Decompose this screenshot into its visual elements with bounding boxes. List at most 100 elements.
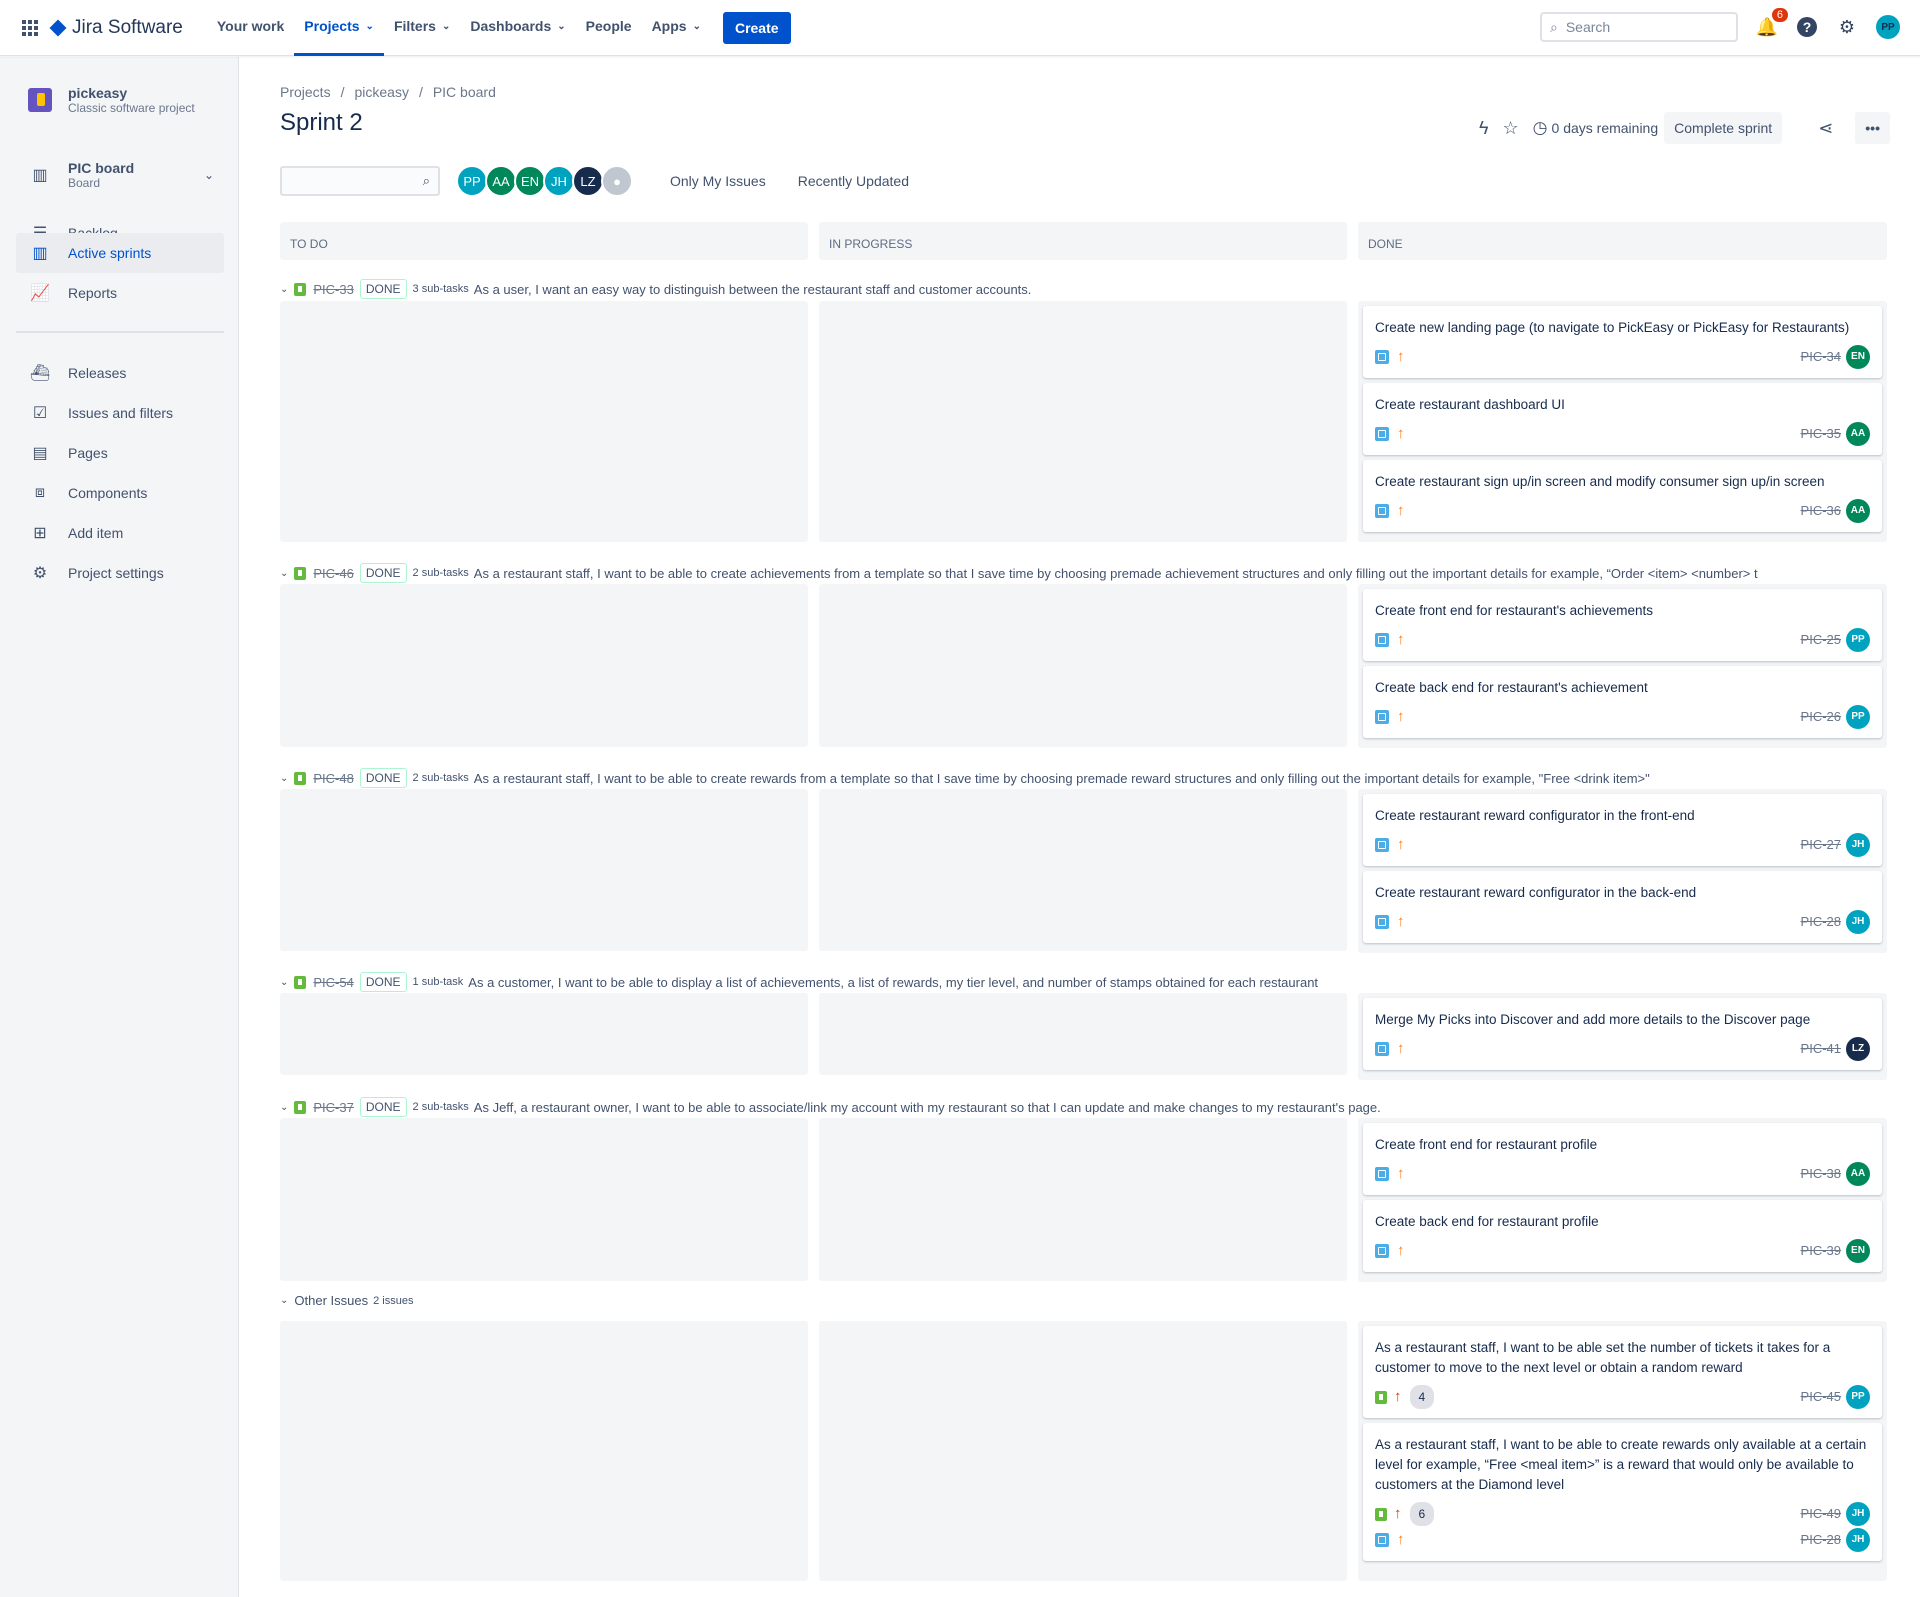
nav-apps[interactable]: Apps ⌄ <box>642 0 711 56</box>
swimlane-header[interactable]: ⌄ PIC-54 DONE 1 sub-task As a customer, I wa… <box>280 972 1890 992</box>
app-switcher-icon[interactable] <box>22 19 38 36</box>
automation-lightning-icon[interactable]: ϟ <box>1479 118 1489 139</box>
issue-key[interactable]: PIC-28 <box>1801 912 1841 932</box>
issue-key[interactable]: PIC-26 <box>1801 707 1841 727</box>
parent-issue-key[interactable]: PIC-48 <box>313 771 353 786</box>
filter-avatar[interactable]: PP <box>456 165 488 197</box>
nav-people[interactable]: People <box>576 0 642 56</box>
issue-card[interactable]: As a restaurant staff, I want to be able… <box>1363 1423 1882 1561</box>
sidebar-item-add-item[interactable]: ⊞ Add item <box>16 513 224 553</box>
issue-card[interactable]: Create restaurant reward configurator in… <box>1363 794 1882 866</box>
issue-key[interactable]: PIC-39 <box>1801 1241 1841 1261</box>
assignee-avatar[interactable]: JH <box>1846 1528 1870 1552</box>
issue-key[interactable]: PIC-38 <box>1801 1164 1841 1184</box>
issue-card[interactable]: Create new landing page (to navigate to … <box>1363 306 1882 378</box>
filter-avatar[interactable]: LZ <box>572 165 604 197</box>
chevron-down-icon[interactable]: ⌄ <box>280 977 288 988</box>
issue-key[interactable]: PIC-49 <box>1801 1504 1841 1524</box>
parent-issue-key[interactable]: PIC-46 <box>313 566 353 581</box>
assignee-avatar[interactable]: AA <box>1846 1162 1870 1186</box>
subtask-key[interactable]: PIC-28 <box>1801 1530 1841 1550</box>
nav-dashboards[interactable]: Dashboards ⌄ <box>460 0 575 56</box>
chevron-down-icon[interactable]: ⌄ <box>280 568 288 579</box>
sidebar-item-project-settings[interactable]: ⚙ Project settings <box>16 553 224 593</box>
issue-card[interactable]: Create restaurant sign up/in screen and … <box>1363 460 1882 532</box>
issue-card[interactable]: Create restaurant dashboard UI ↑ PIC-35 AA <box>1363 383 1882 455</box>
assignee-avatar[interactable]: PP <box>1846 1385 1870 1409</box>
issue-card[interactable]: Create front end for restaurant profile ↑… <box>1363 1123 1882 1195</box>
assignee-avatar[interactable]: LZ <box>1846 1037 1870 1061</box>
only-my-issues-filter[interactable]: Only My Issues <box>670 173 766 189</box>
issue-card[interactable]: Merge My Picks into Discover and add mor… <box>1363 998 1882 1070</box>
jira-logo[interactable]: Jira Software <box>49 17 183 39</box>
chevron-down-icon[interactable]: ⌄ <box>280 284 288 295</box>
settings-gear-icon[interactable]: ⚙ <box>1836 16 1858 38</box>
create-button[interactable]: Create <box>722 11 791 44</box>
issue-key[interactable]: PIC-27 <box>1801 835 1841 855</box>
assignee-avatar[interactable]: PP <box>1846 705 1870 729</box>
parent-issue-key[interactable]: PIC-33 <box>313 282 353 297</box>
help-icon[interactable]: ? <box>1796 16 1818 38</box>
assignee-avatar[interactable]: JH <box>1846 910 1870 934</box>
breadcrumb-board[interactable]: PIC board <box>433 84 496 100</box>
issue-card[interactable]: As a restaurant staff, I want to be able… <box>1363 1326 1882 1418</box>
parent-issue-key[interactable]: PIC-37 <box>313 1100 353 1115</box>
issue-key[interactable]: PIC-45 <box>1801 1387 1841 1407</box>
breadcrumb-project[interactable]: pickeasy <box>354 84 408 100</box>
star-icon[interactable]: ☆ <box>1503 118 1519 139</box>
more-actions-icon[interactable]: ••• <box>1855 112 1890 144</box>
chevron-down-icon[interactable]: ⌄ <box>280 1102 288 1113</box>
chevron-down-icon[interactable]: ⌄ <box>280 1295 288 1306</box>
sidebar-item-reports[interactable]: 📈 Reports <box>16 273 224 313</box>
subtask-row[interactable]: ↑ PIC-28 JH <box>1375 1527 1870 1553</box>
nav-filters[interactable]: Filters ⌄ <box>384 0 460 56</box>
issue-key[interactable]: PIC-34 <box>1801 347 1841 367</box>
assignee-avatar[interactable]: AA <box>1846 422 1870 446</box>
issue-key[interactable]: PIC-41 <box>1801 1039 1841 1059</box>
nav-projects[interactable]: Projects ⌄ <box>294 0 384 56</box>
user-avatar[interactable]: PP <box>1876 15 1900 39</box>
project-header[interactable]: pickeasy Classic software project <box>28 85 195 115</box>
nav-your-work[interactable]: Your work <box>207 0 294 56</box>
subtask-icon <box>1375 1167 1389 1181</box>
assignee-avatar[interactable]: AA <box>1846 499 1870 523</box>
issue-card[interactable]: Create back end for restaurant profile ↑ P… <box>1363 1200 1882 1272</box>
assignee-avatar[interactable]: EN <box>1846 345 1870 369</box>
search-icon: ⌕ <box>422 173 430 188</box>
swimlane-header[interactable]: ⌄ PIC-48 DONE 2 sub-tasks As a restaurant st… <box>280 768 1890 788</box>
filter-avatar[interactable]: JH <box>543 165 575 197</box>
sidebar-item-active-sprints[interactable]: ▥ Active sprints <box>16 233 224 273</box>
issue-card[interactable]: Create restaurant reward configurator in… <box>1363 871 1882 943</box>
swimlane-header[interactable]: ⌄ PIC-33 DONE 3 sub-tasks As a user, I want … <box>280 279 1890 299</box>
search-input[interactable]: ⌕ Search <box>1540 12 1738 42</box>
subtask-icon <box>1375 350 1389 364</box>
assignee-avatar[interactable]: JH <box>1846 833 1870 857</box>
filter-avatar[interactable]: EN <box>514 165 546 197</box>
issue-key[interactable]: PIC-25 <box>1801 630 1841 650</box>
other-issues-header[interactable]: ⌄ Other Issues 2 issues <box>280 1293 1890 1308</box>
sidebar-item-components[interactable]: ⧈ Components <box>16 473 224 513</box>
sidebar-item-pages[interactable]: ▤ Pages <box>16 433 224 473</box>
unassigned-avatar[interactable]: ● <box>601 165 633 197</box>
share-icon[interactable]: ⋖ <box>1818 118 1833 139</box>
recently-updated-filter[interactable]: Recently Updated <box>798 173 909 189</box>
issue-card[interactable]: Create back end for restaurant's achieve… <box>1363 666 1882 738</box>
parent-issue-key[interactable]: PIC-54 <box>313 975 353 990</box>
issue-card[interactable]: Create front end for restaurant's achiev… <box>1363 589 1882 661</box>
swimlane-header[interactable]: ⌄ PIC-37 DONE 2 sub-tasks As Jeff, a restaur… <box>280 1097 1890 1117</box>
breadcrumb-projects[interactable]: Projects <box>280 84 331 100</box>
assignee-avatar[interactable]: JH <box>1846 1502 1870 1526</box>
sidebar-item-issues-filters[interactable]: ☑ Issues and filters <box>16 393 224 433</box>
issue-key[interactable]: PIC-35 <box>1801 424 1841 444</box>
assignee-avatar[interactable]: PP <box>1846 628 1870 652</box>
sidebar-item-releases[interactable]: ⛴ Releases <box>16 353 224 393</box>
swimlane-header[interactable]: ⌄ PIC-46 DONE 2 sub-tasks As a restaurant st… <box>280 563 1890 583</box>
issue-key[interactable]: PIC-36 <box>1801 501 1841 521</box>
filter-avatar[interactable]: AA <box>485 165 517 197</box>
sidebar-board-selector[interactable]: ▥ PIC board Board ⌄ <box>16 151 224 199</box>
board-search-input[interactable]: ⌕ <box>280 166 440 196</box>
complete-sprint-button[interactable]: Complete sprint <box>1664 112 1783 144</box>
chevron-down-icon[interactable]: ⌄ <box>280 773 288 784</box>
assignee-avatar[interactable]: EN <box>1846 1239 1870 1263</box>
notifications-bell-icon[interactable]: 🔔 6 <box>1756 8 1788 38</box>
